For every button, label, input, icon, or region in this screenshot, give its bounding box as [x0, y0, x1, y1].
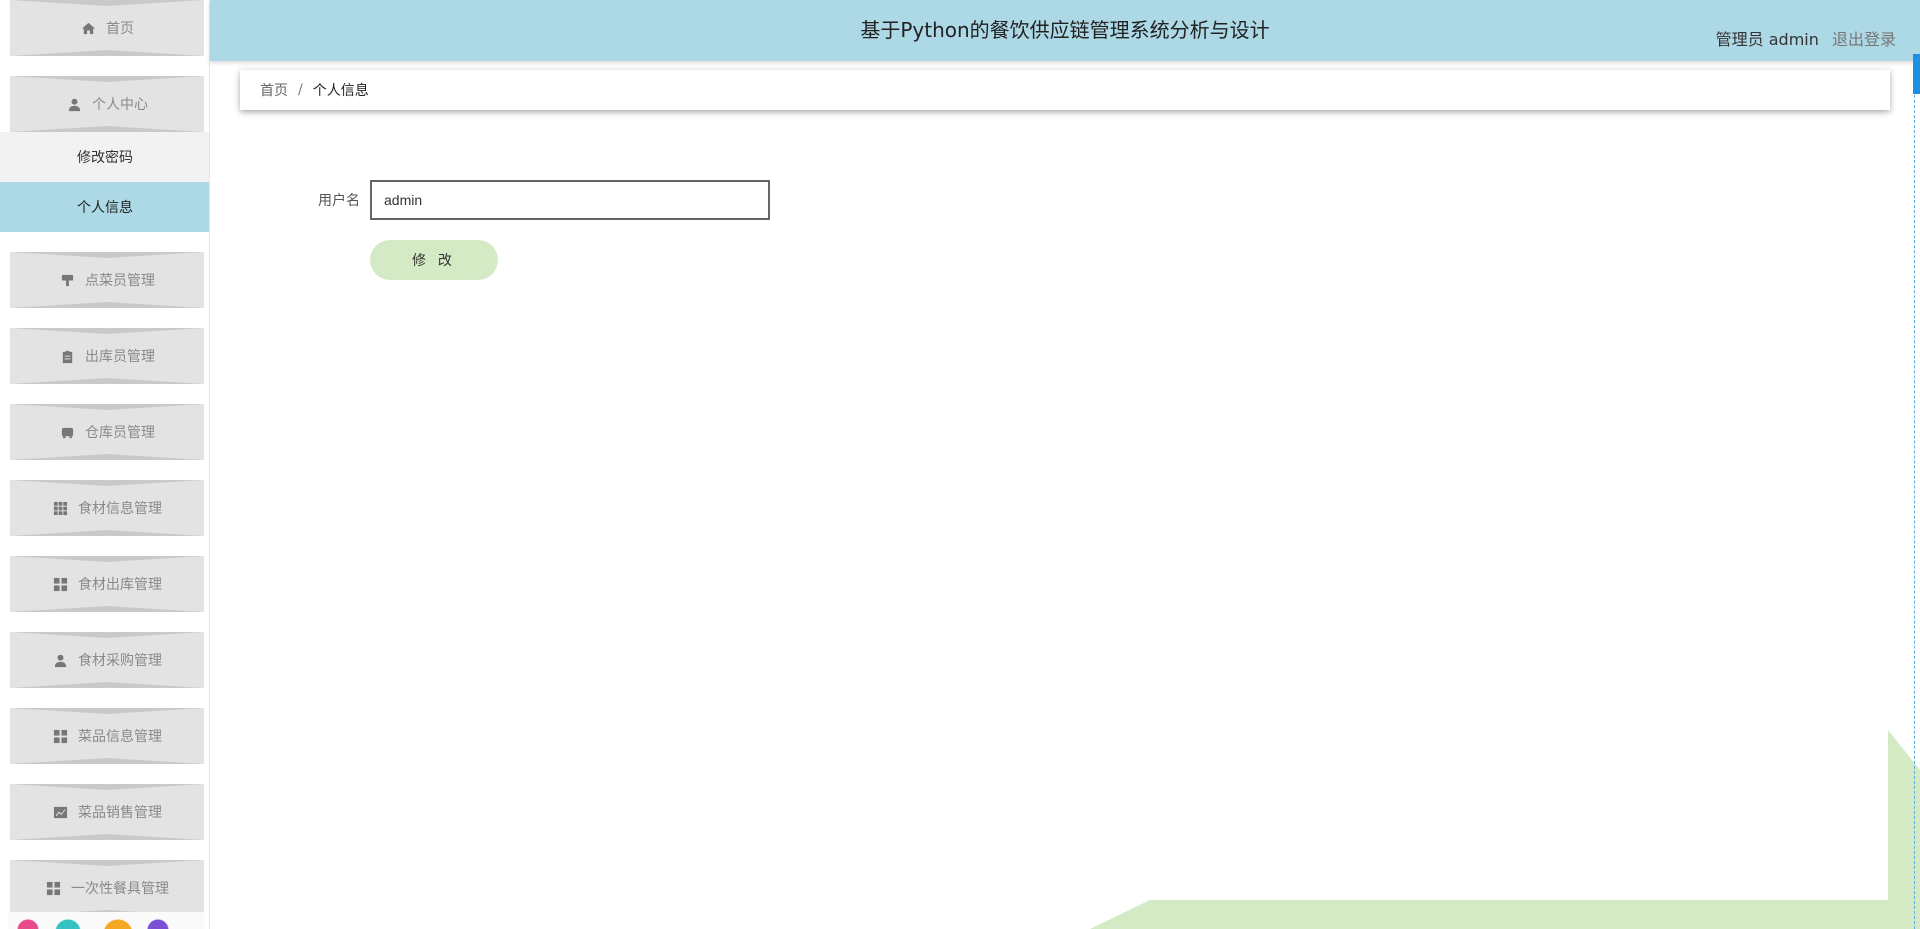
sidebar-item-personal-center[interactable]: 个人中心 — [10, 76, 204, 132]
sidebar-item-label: 菜品信息管理 — [78, 729, 162, 745]
clipboard-icon — [59, 348, 75, 364]
home-icon — [80, 20, 96, 36]
right-decoration — [1888, 730, 1920, 929]
breadcrumb-current: 个人信息 — [312, 83, 369, 99]
user-label: 管理员 admin — [1715, 30, 1819, 49]
submenu-item-label: 个人信息 — [77, 200, 133, 216]
user-icon — [52, 652, 68, 668]
sidebar-item-warehouse-staff[interactable]: 仓库员管理 — [10, 404, 204, 460]
sidebar-item-label: 食材信息管理 — [78, 501, 162, 517]
user-icon — [66, 96, 82, 112]
dashboard-icon — [52, 576, 68, 592]
logout-link[interactable]: 退出登录 — [1832, 30, 1896, 49]
dashboard-icon — [52, 728, 68, 744]
sidebar-item-label: 食材采购管理 — [78, 653, 162, 669]
sidebar-item-label: 菜品销售管理 — [78, 805, 162, 821]
dashboard-icon — [45, 880, 61, 896]
submenu-item-change-password[interactable]: 修改密码 — [0, 132, 209, 182]
sidebar-item-label: 点菜员管理 — [85, 273, 155, 289]
user-area: 管理员 admin 退出登录 — [1716, 26, 1896, 50]
tray-icon — [59, 424, 75, 440]
sidebar-item-disposable-tableware[interactable]: 一次性餐具管理 — [10, 860, 204, 916]
submenu-item-personal-info[interactable]: 个人信息 — [0, 182, 209, 232]
sidebar-item-outbound-staff[interactable]: 出库员管理 — [10, 328, 204, 384]
breadcrumb-home-link[interactable]: 首页 — [260, 80, 288, 100]
breadcrumb-separator: / — [298, 82, 303, 98]
sidebar-item-label: 食材出库管理 — [78, 577, 162, 593]
scrollbar-thumb[interactable] — [1913, 54, 1920, 94]
sidebar-item-label: 仓库员管理 — [85, 425, 155, 441]
chart-icon — [52, 804, 68, 820]
dashed-divider — [1914, 60, 1915, 929]
sidebar-item-label: 个人中心 — [92, 97, 148, 113]
modify-button[interactable]: 修 改 — [370, 240, 498, 280]
sidebar-item-label: 首页 — [106, 21, 134, 37]
sidebar-item-home[interactable]: 首页 — [10, 0, 204, 56]
sidebar-item-order-staff[interactable]: 点菜员管理 — [10, 252, 204, 308]
username-label: 用户名 — [318, 193, 360, 209]
sidebar-item-ingredient-outbound[interactable]: 食材出库管理 — [10, 556, 204, 612]
sidebar-item-dish-info[interactable]: 菜品信息管理 — [10, 708, 204, 764]
submenu-item-label: 修改密码 — [77, 150, 133, 166]
sidebar-decoration-image — [8, 912, 204, 929]
sidebar: 首页 个人中心 修改密码 个人信息 点菜员管理 出库员管理 仓库员管理 食材信息… — [0, 0, 210, 929]
breadcrumb: 首页 / 个人信息 — [240, 70, 1890, 110]
sidebar-item-ingredient-purchase[interactable]: 食材采购管理 — [10, 632, 204, 688]
sidebar-item-dish-sales[interactable]: 菜品销售管理 — [10, 784, 204, 840]
top-header: 基于Python的餐饮供应链管理系统分析与设计 管理员 admin 退出登录 — [210, 0, 1920, 61]
grid-icon — [52, 500, 68, 516]
brush-icon — [59, 272, 75, 288]
bottom-decoration — [1090, 900, 1920, 929]
sidebar-item-ingredient-info[interactable]: 食材信息管理 — [10, 480, 204, 536]
sidebar-item-label: 出库员管理 — [85, 349, 155, 365]
app-title: 基于Python的餐饮供应链管理系统分析与设计 — [860, 18, 1270, 42]
sidebar-item-label: 一次性餐具管理 — [71, 881, 169, 897]
username-input[interactable] — [370, 180, 770, 220]
